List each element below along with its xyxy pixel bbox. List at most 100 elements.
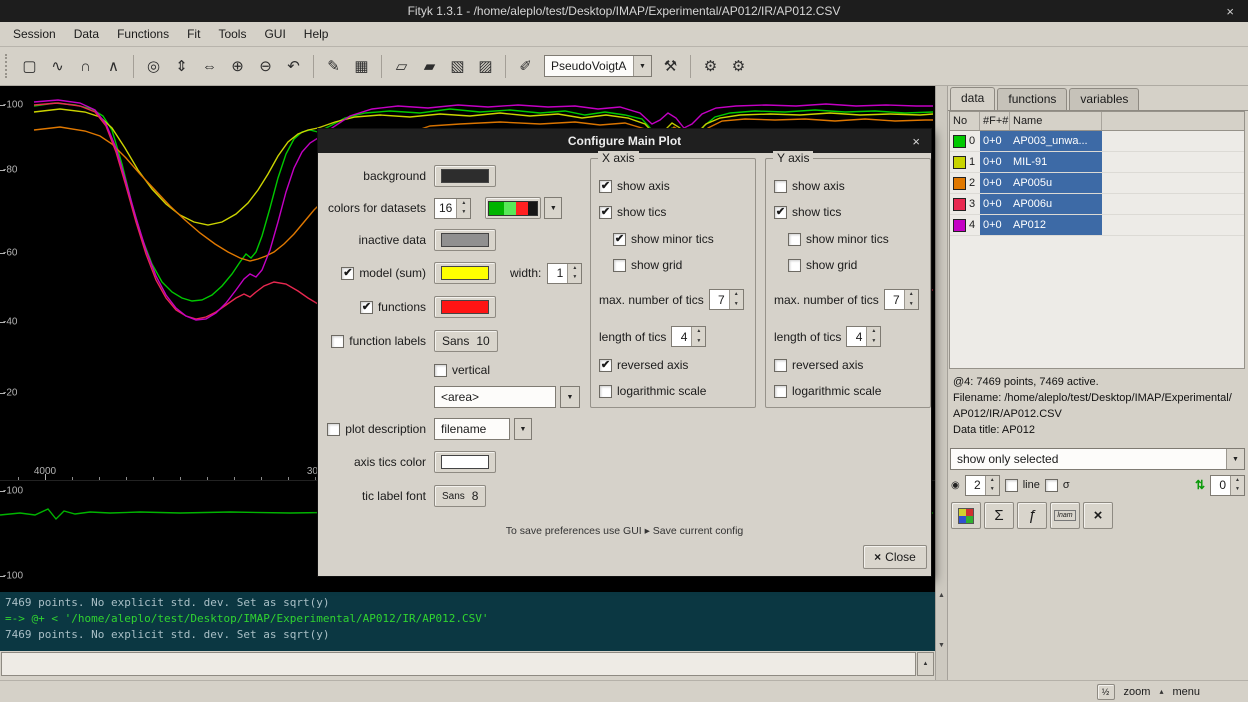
add-peak-mode-button[interactable]: ∧ bbox=[100, 53, 127, 80]
tic-font-button[interactable]: Sans 8 bbox=[434, 485, 486, 507]
axis-tics-color-button[interactable] bbox=[434, 451, 496, 473]
x-log-checkbox[interactable] bbox=[599, 385, 612, 398]
open-data-button[interactable]: ▱ bbox=[388, 53, 415, 80]
x-tic-len-spinner[interactable]: 4▲▼ bbox=[671, 326, 706, 347]
aux-scale-button[interactable]: ½ bbox=[1097, 684, 1115, 700]
spinner-arrows[interactable]: ▲▼ bbox=[1230, 476, 1244, 495]
function-labels-checkbox[interactable] bbox=[331, 335, 344, 348]
model-width-spinner[interactable]: 1 ▲▼ bbox=[547, 263, 582, 284]
background-color-button[interactable] bbox=[434, 165, 496, 187]
baseline-mode-button[interactable]: ∩ bbox=[72, 53, 99, 80]
spinner-arrows[interactable]: ▲▼ bbox=[691, 327, 705, 346]
x-max-tics-spinner[interactable]: 7▲▼ bbox=[709, 289, 744, 310]
y-show-tics-checkbox[interactable] bbox=[774, 206, 787, 219]
chevron-down-icon[interactable]: ▼ bbox=[515, 419, 531, 439]
caret-up-icon[interactable]: ▴ bbox=[1159, 687, 1163, 696]
table-row[interactable]: 1 0+0 MIL-91 bbox=[950, 152, 1244, 173]
header-name[interactable]: Name bbox=[1010, 112, 1102, 130]
spinner-arrows[interactable]: ▲▼ bbox=[456, 199, 470, 218]
dataset-count-spinner[interactable]: 16 ▲▼ bbox=[434, 198, 471, 219]
function-style-button[interactable]: ƒ bbox=[1017, 502, 1047, 529]
window-close-button[interactable]: × bbox=[1222, 0, 1238, 22]
model-sum-checkbox[interactable] bbox=[341, 267, 354, 280]
menu-tools[interactable]: Tools bbox=[209, 24, 255, 44]
table-row[interactable]: 3 0+0 AP006u bbox=[950, 194, 1244, 215]
description-dropdown[interactable]: ▼ bbox=[514, 418, 532, 440]
chevron-down-icon[interactable]: ▼ bbox=[561, 387, 579, 407]
chevron-down-icon[interactable]: ▼ bbox=[1226, 449, 1244, 469]
filter-combo[interactable]: show only selected ▼ bbox=[950, 448, 1245, 470]
titlebar[interactable]: Fityk 1.3.1 - /home/aleplo/test/Desktop/… bbox=[0, 0, 1248, 22]
menu-data[interactable]: Data bbox=[65, 24, 108, 44]
inactive-color-button[interactable] bbox=[434, 229, 496, 251]
header-fcount[interactable]: #F+# bbox=[980, 112, 1010, 130]
menu-help[interactable]: Help bbox=[295, 24, 338, 44]
y-log-checkbox[interactable] bbox=[774, 385, 787, 398]
functions-color-button[interactable] bbox=[434, 296, 496, 318]
label-content-combo[interactable]: <area> bbox=[434, 386, 556, 408]
chevron-down-icon[interactable]: ▼ bbox=[633, 56, 651, 76]
y-tic-len-spinner[interactable]: 4▲▼ bbox=[846, 326, 881, 347]
run-script-button[interactable]: ⚙ bbox=[725, 53, 752, 80]
zoom-out-button[interactable]: ⊖ bbox=[252, 53, 279, 80]
table-row[interactable]: 0 0+0 AP003_unwa... bbox=[950, 131, 1244, 152]
function-type-combo[interactable]: PseudoVoigtA ▼ bbox=[544, 55, 652, 77]
save-session-button[interactable]: ▧ bbox=[444, 53, 471, 80]
shift-spinner[interactable]: 0 ▲▼ bbox=[1210, 475, 1245, 496]
x-show-grid-checkbox[interactable] bbox=[613, 259, 626, 272]
colormap-button[interactable] bbox=[485, 197, 541, 219]
dataset-color-swatch[interactable] bbox=[953, 198, 966, 211]
spinner-arrows[interactable]: ▲▼ bbox=[729, 290, 743, 309]
scroll-up-icon[interactable]: ▲ bbox=[936, 592, 947, 599]
sigma-checkbox[interactable] bbox=[1045, 479, 1058, 492]
tab-data[interactable]: data bbox=[950, 87, 995, 110]
menu-session[interactable]: Session bbox=[4, 24, 65, 44]
tab-functions[interactable]: functions bbox=[997, 88, 1067, 110]
x-reversed-checkbox[interactable] bbox=[599, 359, 612, 372]
export-image-button[interactable]: ▨ bbox=[472, 53, 499, 80]
dataset-colors-button[interactable] bbox=[951, 502, 981, 529]
zoom-vertical-button[interactable]: ⇕ bbox=[168, 53, 195, 80]
chevron-down-icon[interactable]: ▼ bbox=[545, 198, 561, 218]
functions-checkbox[interactable] bbox=[360, 301, 373, 314]
table-row[interactable]: 2 0+0 AP005u bbox=[950, 173, 1244, 194]
menu-fit[interactable]: Fit bbox=[178, 24, 209, 44]
menu-label[interactable]: menu bbox=[1172, 686, 1200, 698]
y-show-axis-checkbox[interactable] bbox=[774, 180, 787, 193]
run-fit-button[interactable]: ⚙ bbox=[697, 53, 724, 80]
spinner-arrows[interactable]: ▲▼ bbox=[866, 327, 880, 346]
table-row[interactable]: 4 0+0 AP012 bbox=[950, 215, 1244, 236]
dataset-color-swatch[interactable] bbox=[953, 177, 966, 190]
menu-gui[interactable]: GUI bbox=[255, 24, 294, 44]
tools-hammer-button[interactable]: ⚒ bbox=[657, 53, 684, 80]
data-table-button[interactable]: ▦ bbox=[348, 53, 375, 80]
command-input[interactable] bbox=[1, 652, 916, 676]
scroll-down-icon[interactable]: ▼ bbox=[936, 642, 947, 649]
x-show-tics-checkbox[interactable] bbox=[599, 206, 612, 219]
line-checkbox[interactable] bbox=[1005, 479, 1018, 492]
dataset-color-swatch[interactable] bbox=[953, 219, 966, 232]
output-console[interactable]: 7469 points. No explicit std. dev. Set a… bbox=[0, 592, 935, 651]
delete-dataset-button[interactable]: × bbox=[1083, 502, 1113, 529]
x-show-axis-checkbox[interactable] bbox=[599, 180, 612, 193]
zoom-all-button[interactable]: ◎ bbox=[140, 53, 167, 80]
vertical-checkbox[interactable] bbox=[434, 364, 447, 377]
zoom-label[interactable]: zoom bbox=[1124, 686, 1151, 698]
model-color-button[interactable] bbox=[434, 262, 496, 284]
label-font-button[interactable]: Sans 10 bbox=[434, 330, 498, 352]
close-button[interactable]: × Close bbox=[863, 545, 927, 569]
previous-zoom-button[interactable]: ↶ bbox=[280, 53, 307, 80]
colormap-dropdown[interactable]: ▼ bbox=[544, 197, 562, 219]
tab-variables[interactable]: variables bbox=[1069, 88, 1139, 110]
dataset-color-swatch[interactable] bbox=[953, 156, 966, 169]
y-show-grid-checkbox[interactable] bbox=[788, 259, 801, 272]
plot-description-checkbox[interactable] bbox=[327, 423, 340, 436]
description-combo[interactable]: filename bbox=[434, 418, 510, 440]
zoom-in-button[interactable]: ⊕ bbox=[224, 53, 251, 80]
append-data-button[interactable]: ▰ bbox=[416, 53, 443, 80]
y-max-tics-spinner[interactable]: 7▲▼ bbox=[884, 289, 919, 310]
dialog-titlebar[interactable]: Configure Main Plot × bbox=[318, 129, 931, 153]
edit-data-mode-button[interactable]: ∿ bbox=[44, 53, 71, 80]
label-content-dropdown[interactable]: ▼ bbox=[560, 386, 580, 408]
spinner-arrows[interactable]: ▲▼ bbox=[904, 290, 918, 309]
